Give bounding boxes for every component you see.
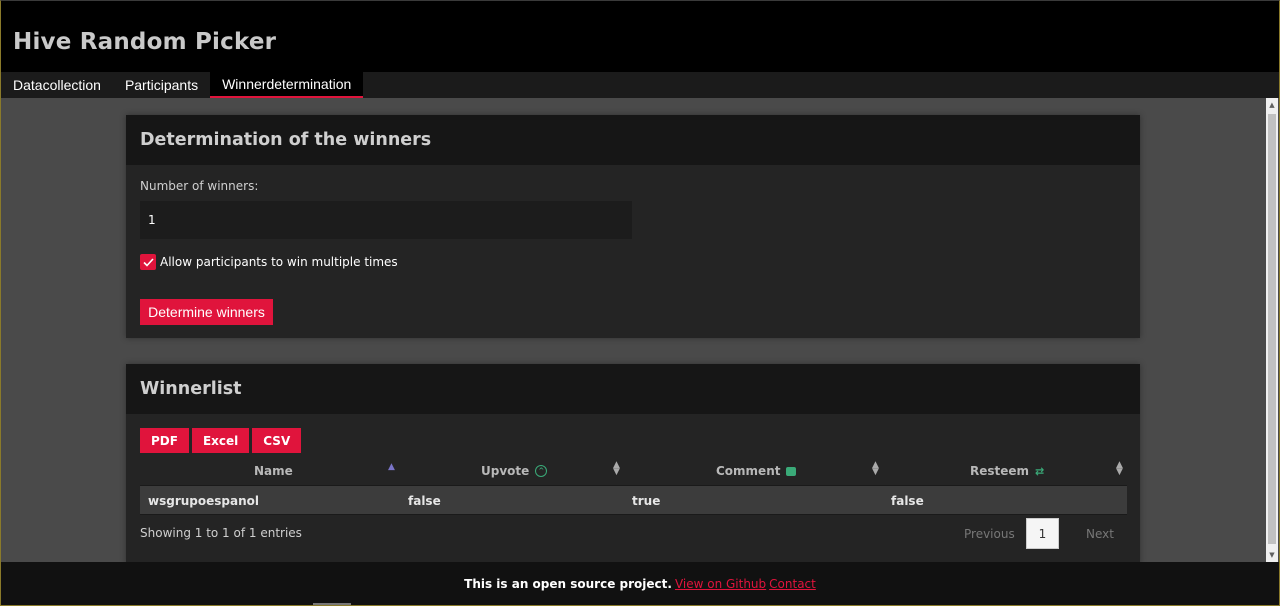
determination-title: Determination of the winners — [140, 130, 432, 150]
sort-asc-icon[interactable]: ▲ — [388, 462, 395, 472]
number-of-winners-label: Number of winners: — [140, 179, 259, 193]
number-of-winners-input[interactable] — [140, 201, 632, 239]
scroll-down-arrow-icon[interactable]: ▼ — [1266, 548, 1278, 562]
col-name-label: Name — [254, 464, 293, 478]
table-row[interactable]: wsgrupoespanol false true false — [140, 486, 1127, 515]
github-link[interactable]: View on Github — [675, 577, 766, 591]
col-resteem-header[interactable]: Resteem ⇄ — [970, 456, 1044, 486]
scroll-up-arrow-icon[interactable]: ▲ — [1266, 98, 1278, 112]
footer: This is an open source project. View on … — [1, 562, 1279, 606]
nav-tabs: Datacollection Participants Winnerdeterm… — [1, 72, 1279, 98]
export-pdf-button[interactable]: PDF — [140, 428, 189, 453]
export-excel-button[interactable]: Excel — [191, 428, 250, 453]
contact-link[interactable]: Contact — [769, 577, 816, 591]
col-resteem-label: Resteem — [970, 464, 1030, 478]
determination-card: Determination of the winners Number of w… — [126, 115, 1140, 338]
winnerlist-card: Winnerlist PDF Excel CSV Name ▲ Upvote ^… — [126, 364, 1140, 562]
table-info: Showing 1 to 1 of 1 entries — [140, 526, 302, 540]
pagination-page-1[interactable]: 1 — [1026, 518, 1059, 549]
pagination-previous[interactable]: Previous — [964, 518, 1015, 549]
cell-name: wsgrupoespanol — [148, 493, 259, 508]
footer-text: This is an open source project. — [464, 577, 672, 591]
sort-icon[interactable]: ▲ ▼ — [872, 461, 879, 477]
col-name-header[interactable]: Name — [254, 456, 293, 486]
cell-resteem: false — [891, 493, 924, 508]
app-header: Hive Random Picker — [1, 1, 1279, 72]
col-upvote-label: Upvote — [481, 464, 530, 478]
sort-icon[interactable]: ▲ ▼ — [1116, 461, 1123, 477]
export-csv-button[interactable]: CSV — [252, 428, 302, 453]
determine-winners-button[interactable]: Determine winners — [140, 299, 273, 325]
vertical-scrollbar[interactable]: ▲ ▼ — [1266, 98, 1278, 562]
scroll-thumb[interactable] — [1268, 114, 1276, 544]
cell-upvote: false — [408, 493, 441, 508]
cell-comment: true — [632, 493, 661, 508]
allow-multiple-checkbox[interactable] — [140, 254, 156, 270]
main-content[interactable]: Determination of the winners Number of w… — [1, 98, 1266, 562]
col-comment-header[interactable]: Comment — [716, 456, 797, 486]
upvote-icon: ^ — [535, 465, 548, 477]
resteem-icon: ⇄ — [1035, 464, 1045, 478]
table-header: Name ▲ Upvote ^ ▲ ▼ Comment ▲ ▼ Resteem ⇄ … — [140, 456, 1127, 486]
export-buttons: PDF Excel CSV — [140, 428, 302, 453]
app-title: Hive Random Picker — [13, 29, 277, 55]
allow-multiple-label[interactable]: Allow participants to win multiple times — [160, 255, 398, 269]
col-comment-label: Comment — [716, 464, 781, 478]
tab-datacollection[interactable]: Datacollection — [1, 72, 113, 98]
check-icon — [142, 257, 154, 267]
determination-card-header: Determination of the winners — [126, 115, 1140, 165]
winner-table: Name ▲ Upvote ^ ▲ ▼ Comment ▲ ▼ Resteem ⇄ … — [140, 456, 1127, 515]
col-upvote-header[interactable]: Upvote ^ — [481, 456, 548, 486]
tab-participants[interactable]: Participants — [113, 72, 210, 98]
pagination-next[interactable]: Next — [1086, 518, 1114, 549]
sort-icon[interactable]: ▲ ▼ — [613, 461, 620, 477]
tab-winnerdetermination[interactable]: Winnerdetermination — [210, 72, 364, 98]
winnerlist-title: Winnerlist — [140, 379, 242, 399]
comment-icon — [786, 466, 797, 476]
winnerlist-card-header: Winnerlist — [126, 364, 1140, 414]
